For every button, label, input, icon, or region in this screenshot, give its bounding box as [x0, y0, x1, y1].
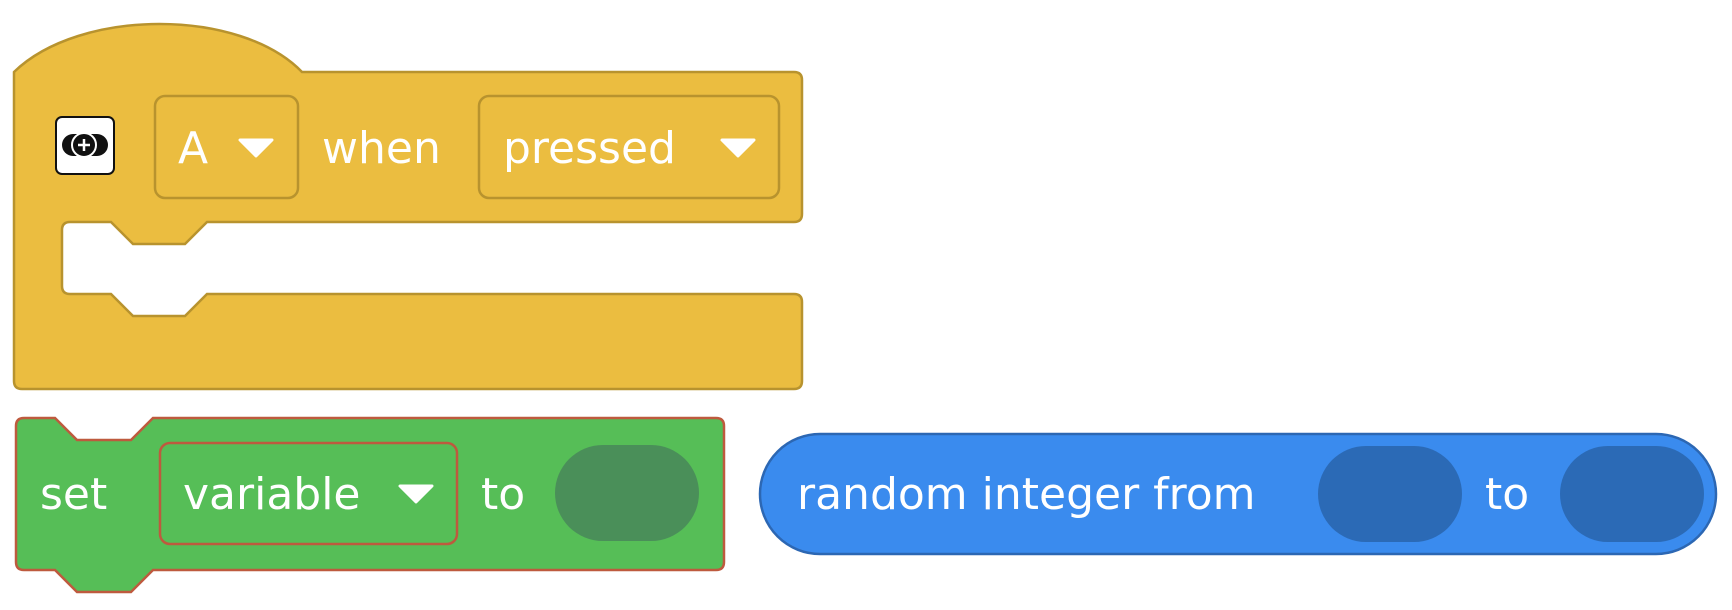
variable-dropdown-value: variable — [183, 469, 361, 520]
set-label: set — [40, 469, 107, 520]
to-label: to — [481, 469, 525, 520]
random-integer-label: random integer from — [797, 469, 1256, 520]
button-event-block[interactable]: A when pressed — [12, 22, 804, 391]
button-dropdown-value: A — [178, 123, 208, 174]
when-label: when — [322, 123, 441, 174]
state-dropdown-value: pressed — [503, 123, 676, 174]
state-dropdown[interactable]: pressed — [477, 94, 781, 200]
variable-dropdown[interactable]: variable — [158, 441, 459, 546]
event-block-body — [12, 22, 804, 391]
set-variable-block[interactable]: set variable to — [14, 416, 726, 594]
random-to-label: to — [1485, 469, 1529, 520]
value-input-slot[interactable] — [555, 445, 699, 541]
block-workspace: A when pressed set variable to random in… — [0, 0, 1732, 606]
max-input-slot[interactable] — [1560, 446, 1704, 542]
gamepad-button-icon — [55, 116, 115, 175]
random-integer-block[interactable]: random integer from to — [758, 432, 1718, 556]
min-input-slot[interactable] — [1318, 446, 1462, 542]
button-dropdown[interactable]: A — [153, 94, 300, 200]
